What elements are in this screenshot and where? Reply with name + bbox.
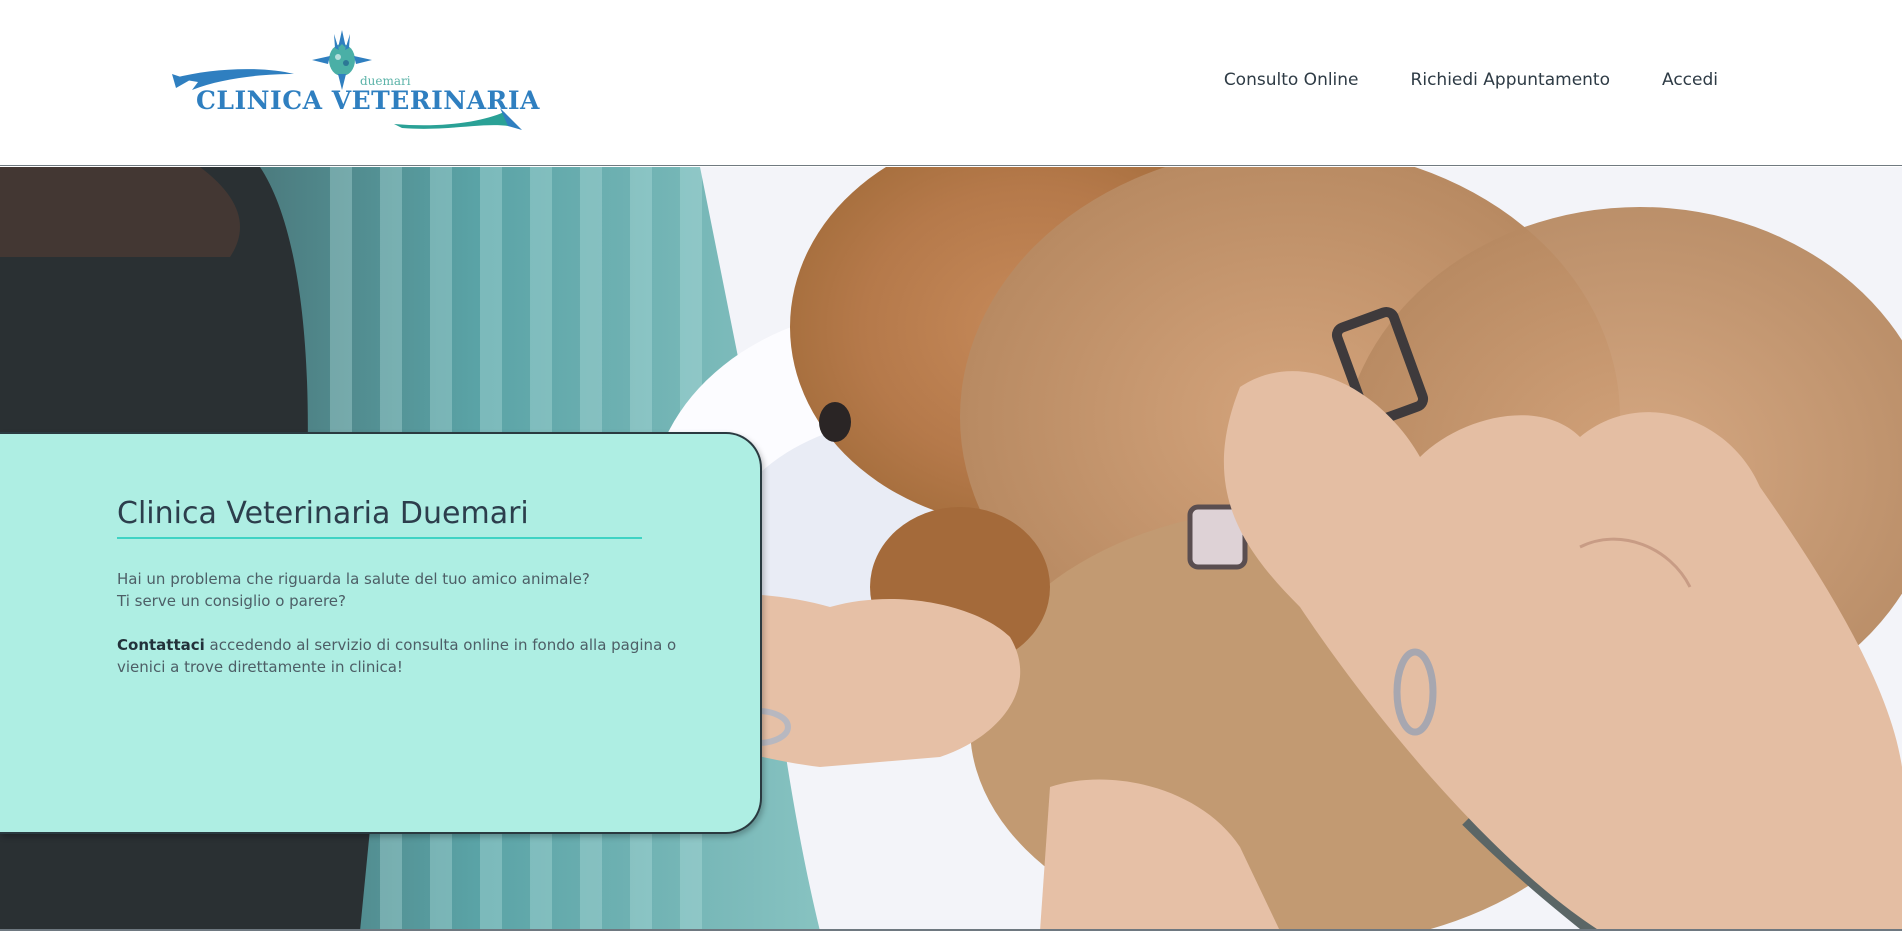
logo-text: CLINICA VETERINARIA	[196, 86, 540, 115]
hero-banner: Clinica Veterinaria Duemari Hai un probl…	[0, 167, 1902, 931]
clinic-logo[interactable]: duemari CLINICA VETERINARIA	[172, 30, 539, 134]
contact-bold: Contattaci	[117, 636, 205, 654]
intro-line-2: Ti serve un consiglio o parere?	[117, 592, 346, 610]
intro-title: Clinica Veterinaria Duemari	[117, 496, 529, 531]
contact-paragraph: Contattaci accedendo al servizio di cons…	[117, 634, 677, 678]
contact-text-line-2: vienici a trove direttamente in clinica!	[117, 658, 403, 676]
main-nav: Consulto Online Richiedi Appuntamento Ac…	[1224, 70, 1718, 90]
nav-consulto-online[interactable]: Consulto Online	[1224, 70, 1359, 90]
logo-graphic	[172, 30, 522, 130]
contact-text: accedendo al servizio di consulta online…	[204, 636, 677, 654]
nav-accedi[interactable]: Accedi	[1662, 70, 1718, 90]
title-underline	[117, 537, 642, 539]
site-header: duemari CLINICA VETERINARIA Consulto Onl…	[0, 0, 1902, 166]
intro-line-1: Hai un problema che riguarda la salute d…	[117, 570, 590, 588]
nav-richiedi-appuntamento[interactable]: Richiedi Appuntamento	[1411, 70, 1610, 90]
intro-card: Clinica Veterinaria Duemari Hai un probl…	[0, 432, 762, 834]
intro-paragraph: Hai un problema che riguarda la salute d…	[117, 568, 677, 612]
